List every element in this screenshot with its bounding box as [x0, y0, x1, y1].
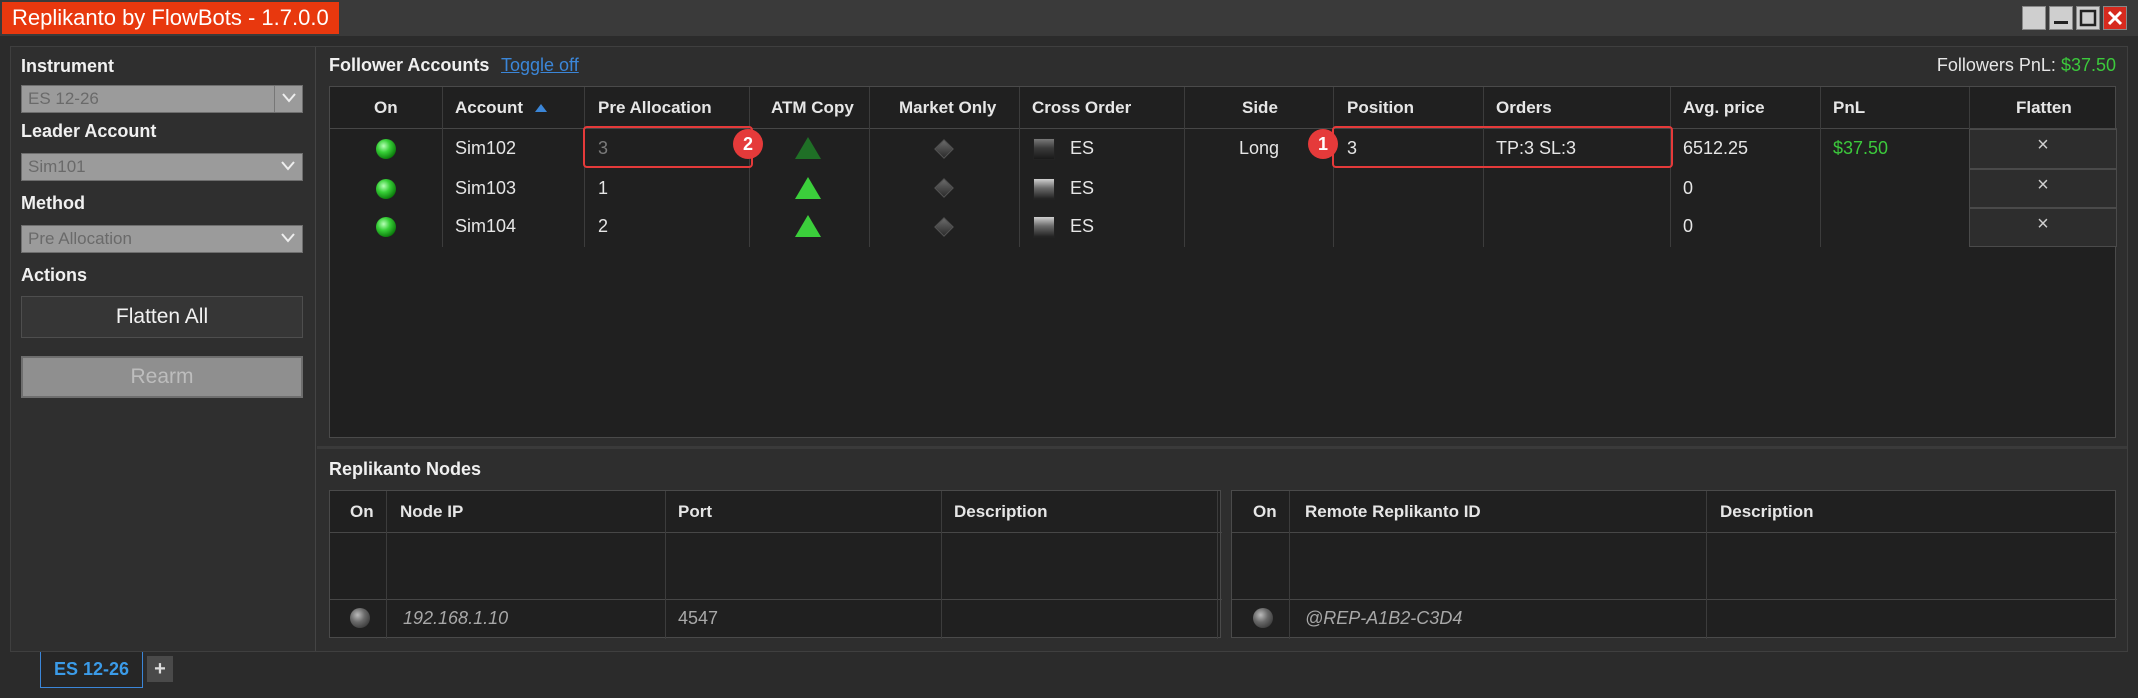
- flatten-row-button[interactable]: ×: [1969, 208, 2117, 247]
- remote-id-cell: @REP-A1B2-C3D4: [1305, 608, 1463, 628]
- col-header-cross-order[interactable]: Cross Order: [1032, 98, 1131, 118]
- leader-account-select[interactable]: Sim101: [21, 153, 303, 181]
- flatten-row-button[interactable]: ×: [1969, 169, 2117, 208]
- cross-order-checkbox[interactable]: [1033, 178, 1055, 200]
- avg-price-cell: 6512.25: [1683, 138, 1749, 158]
- callout-box-position-orders: [1332, 126, 1673, 168]
- col-header-remote-id[interactable]: Remote Replikanto ID: [1305, 502, 1481, 522]
- followers-pnl-value: $37.50: [2060, 55, 2116, 75]
- market-only-toggle-icon[interactable]: [934, 139, 954, 159]
- market-only-toggle-icon[interactable]: [934, 178, 954, 198]
- minimize-button[interactable]: [2049, 6, 2073, 30]
- window-title: Replikanto by FlowBots - 1.7.0.0: [2, 2, 339, 34]
- cross-order-checkbox[interactable]: [1033, 216, 1055, 238]
- window-extra-button[interactable]: [2022, 6, 2046, 30]
- nodes-table: On Node IP Port Description 192.168.1.10…: [329, 490, 1222, 639]
- col-header-description[interactable]: Description: [1720, 502, 1814, 522]
- close-icon: ×: [2037, 174, 2049, 196]
- add-tab-button[interactable]: +: [147, 656, 173, 682]
- status-on-icon[interactable]: [376, 139, 396, 159]
- method-label: Method: [21, 193, 85, 213]
- col-header-on[interactable]: On: [374, 98, 398, 118]
- cross-order-checkbox[interactable]: [1033, 138, 1055, 160]
- instrument-select[interactable]: ES 12-26: [21, 85, 303, 113]
- maximize-icon: [2079, 9, 2097, 27]
- leader-account-value: Sim101: [28, 157, 86, 176]
- atm-copy-toggle-icon[interactable]: [795, 177, 821, 199]
- col-header-market-only[interactable]: Market Only: [899, 98, 996, 118]
- node-ip-cell: 192.168.1.10: [403, 608, 509, 628]
- follower-accounts-title: Follower Accounts: [329, 55, 490, 75]
- flatten-all-button[interactable]: Flatten All: [21, 296, 303, 338]
- instrument-value: ES 12-26: [28, 89, 99, 108]
- col-header-pre-allocation[interactable]: Pre Allocation: [598, 98, 712, 118]
- status-off-icon[interactable]: [350, 608, 370, 628]
- sort-ascending-icon: [534, 104, 547, 112]
- callout-badge-1: 1: [1308, 129, 1338, 159]
- chevron-down-icon: [274, 154, 302, 180]
- method-select[interactable]: Pre Allocation: [21, 225, 303, 253]
- followers-pnl: Followers PnL: $37.50: [1937, 55, 2116, 76]
- col-header-flatten[interactable]: Flatten: [2016, 98, 2072, 118]
- account-cell: Sim102: [455, 138, 517, 158]
- status-on-icon[interactable]: [376, 179, 396, 199]
- rearm-button[interactable]: Rearm: [21, 356, 303, 398]
- col-header-position[interactable]: Position: [1347, 98, 1414, 118]
- title-bar: Replikanto by FlowBots - 1.7.0.0: [0, 0, 2138, 36]
- flatten-row-button[interactable]: ×: [1969, 129, 2117, 169]
- col-header-on[interactable]: On: [1253, 502, 1277, 522]
- close-icon: [2107, 10, 2123, 26]
- method-value: Pre Allocation: [28, 229, 132, 248]
- col-header-account[interactable]: Account: [455, 98, 548, 118]
- avg-price-cell: 0: [1683, 216, 1694, 236]
- col-header-pnl[interactable]: PnL: [1833, 98, 1865, 118]
- atm-copy-toggle-icon[interactable]: [795, 137, 821, 159]
- col-header-orders[interactable]: Orders: [1496, 98, 1552, 118]
- status-off-icon[interactable]: [1253, 608, 1273, 628]
- pre-allocation-input[interactable]: 2: [598, 216, 608, 237]
- toggle-off-link[interactable]: Toggle off: [501, 55, 579, 76]
- atm-copy-toggle-icon[interactable]: [795, 215, 821, 237]
- market-only-toggle-icon[interactable]: [934, 217, 954, 237]
- replikanto-nodes-title: Replikanto Nodes: [329, 459, 482, 479]
- followers-pnl-label: Followers PnL:: [1936, 55, 2056, 75]
- col-header-on[interactable]: On: [350, 502, 374, 522]
- col-header-avg-price[interactable]: Avg. price: [1683, 98, 1765, 118]
- actions-label: Actions: [21, 265, 88, 285]
- pnl-cell: $37.50: [1833, 138, 1889, 158]
- leader-account-label: Leader Account: [21, 121, 157, 141]
- callout-badge-2: 2: [733, 129, 763, 159]
- pre-allocation-input[interactable]: 1: [598, 178, 608, 199]
- tab-es-12-26[interactable]: ES 12-26: [40, 652, 143, 688]
- account-cell: Sim103: [455, 178, 517, 198]
- instrument-label: Instrument: [21, 56, 115, 76]
- cross-order-instrument: ES: [1070, 216, 1095, 236]
- minimize-icon: [2054, 21, 2068, 24]
- close-icon: ×: [2037, 134, 2049, 156]
- cross-order-instrument: ES: [1070, 138, 1095, 158]
- account-cell: Sim104: [455, 216, 517, 236]
- left-panel: Instrument ES 12-26 Leader Account Sim10…: [11, 47, 316, 651]
- side-cell: Long: [1239, 138, 1280, 158]
- close-icon: ×: [2037, 213, 2049, 235]
- col-header-port[interactable]: Port: [678, 502, 712, 522]
- maximize-button[interactable]: [2076, 6, 2100, 30]
- cross-order-instrument: ES: [1070, 178, 1095, 198]
- col-header-description[interactable]: Description: [954, 502, 1048, 522]
- close-button[interactable]: [2103, 6, 2127, 30]
- remote-nodes-table: On Remote Replikanto ID Description @REP…: [1231, 490, 2117, 639]
- col-header-node-ip[interactable]: Node IP: [400, 502, 463, 522]
- col-header-atm-copy[interactable]: ATM Copy: [771, 98, 854, 118]
- port-cell: 4547: [678, 608, 719, 628]
- panel-splitter[interactable]: [317, 446, 2127, 449]
- callout-box-pre-allocation: [583, 126, 753, 168]
- chevron-down-icon: [274, 86, 302, 112]
- avg-price-cell: 0: [1683, 178, 1694, 198]
- col-header-side[interactable]: Side: [1242, 98, 1278, 118]
- chevron-down-icon: [274, 226, 302, 252]
- status-on-icon[interactable]: [376, 217, 396, 237]
